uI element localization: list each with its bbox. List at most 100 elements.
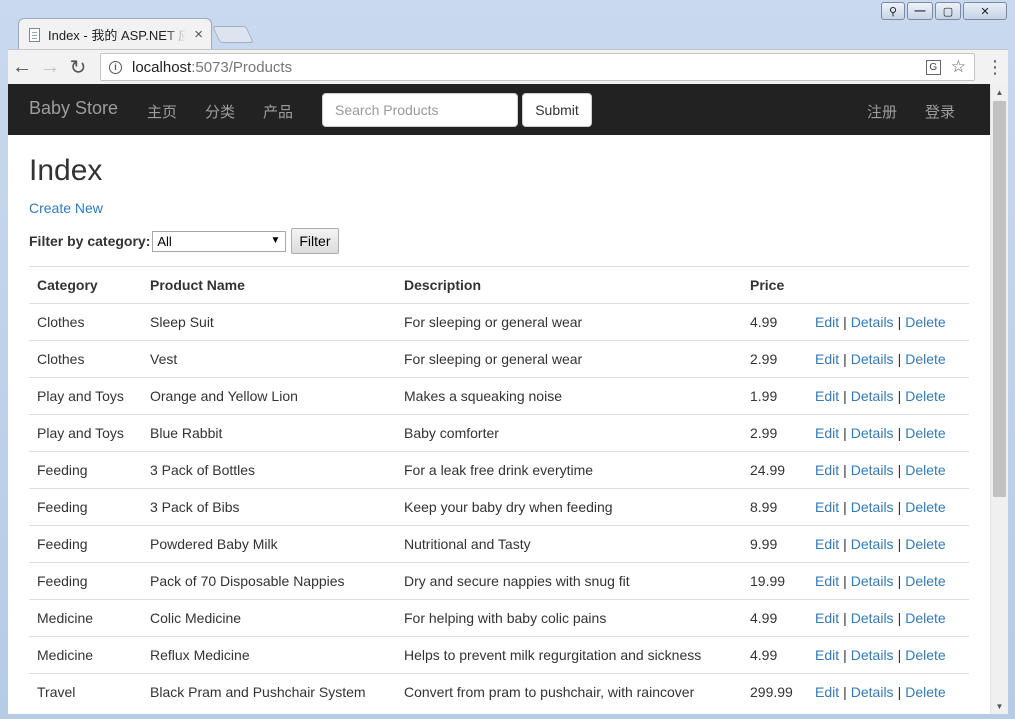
page-title: Index: [29, 154, 103, 187]
user-profile-icon[interactable]: ⚲: [881, 2, 905, 20]
nav-register-link[interactable]: 注册: [867, 101, 897, 122]
bookmark-star-icon[interactable]: ☆: [951, 57, 966, 77]
row-actions: Edit | Details | Delete: [807, 377, 969, 415]
table-row: Medicine Colic Medicine For helping with b…: [29, 599, 969, 637]
details-link[interactable]: Details: [851, 388, 894, 404]
tab-close-icon[interactable]: ×: [194, 27, 203, 42]
edit-link[interactable]: Edit: [815, 425, 839, 441]
details-link[interactable]: Details: [851, 610, 894, 626]
maximize-button[interactable]: ▢: [935, 2, 961, 20]
action-separator: |: [897, 684, 902, 701]
scroll-up-arrow-icon[interactable]: ▲: [991, 84, 1008, 100]
edit-link[interactable]: Edit: [815, 573, 839, 589]
header-actions: [807, 266, 969, 304]
edit-link[interactable]: Edit: [815, 351, 839, 367]
product-name-cell: 3 Pack of Bottles: [142, 451, 396, 489]
reload-icon[interactable]: ↻: [64, 53, 92, 81]
action-separator: |: [843, 499, 847, 515]
price-cell: 299.99: [742, 673, 807, 711]
details-link[interactable]: Details: [851, 647, 894, 663]
action-separator: |: [843, 573, 847, 589]
scroll-down-arrow-icon[interactable]: ▼: [991, 698, 1008, 714]
action-separator: |: [897, 610, 902, 626]
page-icon: [29, 27, 40, 42]
delete-link[interactable]: Delete: [905, 351, 945, 367]
edit-link[interactable]: Edit: [815, 462, 839, 478]
edit-link[interactable]: Edit: [815, 536, 839, 552]
nav-categories-link[interactable]: 分类: [205, 101, 235, 122]
edit-link[interactable]: Edit: [815, 684, 839, 700]
search-submit-button[interactable]: Submit: [522, 93, 592, 127]
details-link[interactable]: Details: [851, 499, 894, 515]
description-cell: For a leak free drink everytime: [396, 451, 742, 489]
delete-link[interactable]: Delete: [905, 684, 945, 700]
price-cell: 19.99: [742, 562, 807, 600]
edit-link[interactable]: Edit: [815, 388, 839, 404]
row-actions: Edit | Details | Delete: [807, 599, 969, 637]
nav-home-link[interactable]: 主页: [147, 101, 177, 122]
header-price: Price: [742, 266, 807, 304]
create-new-link[interactable]: Create New: [29, 200, 103, 216]
back-arrow-icon[interactable]: ←: [8, 53, 36, 81]
price-cell: 4.99: [742, 303, 807, 341]
delete-link[interactable]: Delete: [905, 647, 945, 663]
translate-icon[interactable]: G: [925, 59, 941, 75]
category-cell: Play and Toys: [29, 377, 142, 415]
search-input[interactable]: [322, 93, 518, 127]
category-cell: Clothes: [29, 303, 142, 341]
action-separator: |: [897, 462, 902, 478]
details-link[interactable]: Details: [851, 684, 894, 700]
close-window-button[interactable]: ✕: [963, 2, 1007, 20]
nav-login-link[interactable]: 登录: [925, 101, 955, 122]
product-name-cell: Orange and Yellow Lion: [142, 377, 396, 415]
edit-link[interactable]: Edit: [815, 647, 839, 663]
category-select[interactable]: All ▼: [152, 230, 287, 252]
edit-link[interactable]: Edit: [815, 499, 839, 515]
details-link[interactable]: Details: [851, 351, 894, 367]
details-link[interactable]: Details: [851, 462, 894, 478]
filter-button[interactable]: Filter: [291, 228, 339, 254]
details-link[interactable]: Details: [851, 536, 894, 552]
description-cell: Dry and secure nappies with snug fit: [396, 562, 742, 600]
delete-link[interactable]: Delete: [905, 388, 945, 404]
action-separator: |: [897, 536, 902, 552]
delete-link[interactable]: Delete: [905, 425, 945, 441]
tab-title: Index - 我的 ASP.NET 应用程序: [48, 28, 187, 43]
description-cell: Nutritional and Tasty: [396, 525, 742, 563]
price-cell: 2.99: [742, 340, 807, 378]
info-icon[interactable]: i: [109, 60, 122, 74]
row-actions: Edit | Details | Delete: [807, 673, 969, 711]
delete-link[interactable]: Delete: [905, 536, 945, 552]
price-cell: 24.99: [742, 451, 807, 489]
product-name-cell: Blue Rabbit: [142, 414, 396, 452]
minimize-button[interactable]: —: [907, 2, 933, 20]
new-tab-button[interactable]: [212, 26, 254, 43]
dropdown-arrow-icon: ▼: [270, 234, 281, 246]
delete-link[interactable]: Delete: [905, 499, 945, 515]
delete-link[interactable]: Delete: [905, 610, 945, 626]
price-cell: 1.99: [742, 377, 807, 415]
vertical-scrollbar[interactable]: ▲ ▼: [990, 84, 1008, 714]
delete-link[interactable]: Delete: [905, 314, 945, 330]
row-actions: Edit | Details | Delete: [807, 562, 969, 600]
edit-link[interactable]: Edit: [815, 610, 839, 626]
product-name-cell: 3 Pack of Bibs: [142, 488, 396, 526]
details-link[interactable]: Details: [851, 314, 894, 330]
browser-menu-icon[interactable]: ⋮: [985, 58, 1005, 76]
delete-link[interactable]: Delete: [905, 573, 945, 589]
brand-link[interactable]: Baby Store: [29, 98, 118, 119]
nav-products-link[interactable]: 产品: [263, 101, 293, 122]
details-link[interactable]: Details: [851, 573, 894, 589]
product-name-cell: Black Pram and Pushchair System: [142, 673, 396, 711]
details-link[interactable]: Details: [851, 425, 894, 441]
category-cell: Clothes: [29, 340, 142, 378]
address-bar[interactable]: i localhost:5073/Products G ☆: [100, 53, 975, 81]
url-host: localhost: [132, 58, 192, 76]
table-header-row: Category Product Name Description Price: [29, 266, 969, 304]
browser-tab[interactable]: Index - 我的 ASP.NET 应用程序 ×: [18, 18, 212, 50]
delete-link[interactable]: Delete: [905, 462, 945, 478]
scrollbar-thumb[interactable]: [993, 101, 1006, 497]
edit-link[interactable]: Edit: [815, 314, 839, 330]
forward-arrow-icon[interactable]: →: [36, 53, 64, 81]
price-cell: 8.99: [742, 488, 807, 526]
